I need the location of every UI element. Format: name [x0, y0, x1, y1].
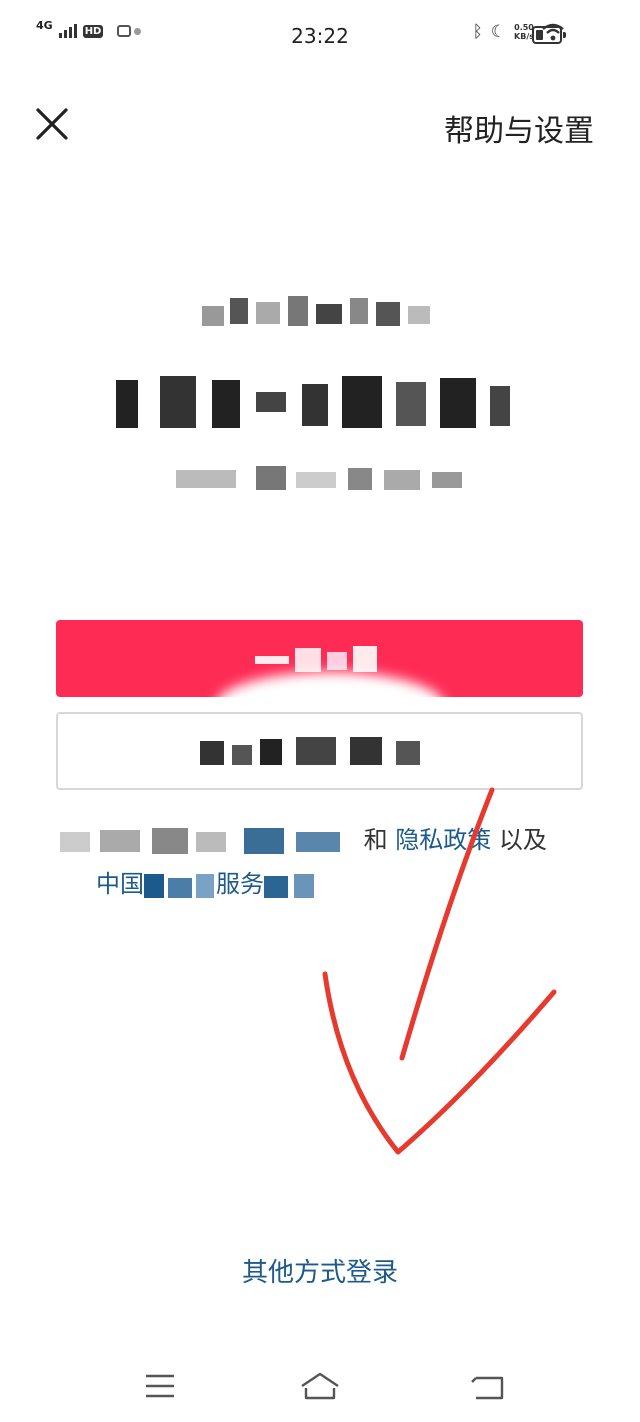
close-button[interactable] — [32, 104, 72, 144]
privacy-policy-link[interactable]: 隐私政策 — [395, 826, 491, 854]
status-bar: 4G HD 23:22 ᛒ ☾ 0.50 KB/s — [0, 0, 640, 72]
pixelated-carrier — [176, 466, 462, 490]
pixelated-hint — [202, 296, 430, 326]
pixelated-agreement-prefix — [60, 828, 340, 854]
pixelated-button-label — [254, 645, 377, 672]
moon-icon: ☾ — [490, 22, 507, 42]
pixelated-carrier-link — [144, 874, 214, 898]
home-button[interactable] — [296, 1366, 344, 1406]
pixelated-button-label — [199, 737, 420, 765]
other-login-section: 其他方式登录 — [0, 1252, 640, 1289]
other-phone-login-button[interactable] — [56, 712, 583, 790]
agreement-text: 和 隐私政策 以及 — [56, 818, 596, 862]
agreement-and-also: 以及 — [498, 826, 547, 854]
system-nav-bar — [0, 1352, 640, 1422]
speed-value: 0.50 — [514, 23, 534, 32]
menu-button[interactable] — [136, 1366, 184, 1406]
other-login-link[interactable]: 其他方式登录 — [242, 1258, 398, 1288]
menu-icon — [146, 1374, 174, 1398]
battery-icon — [532, 26, 566, 44]
home-icon — [301, 1372, 339, 1400]
pixelated-carrier-link-tail — [264, 874, 314, 898]
agreement-and: 和 — [363, 826, 388, 854]
bluetooth-icon: ᛒ — [472, 22, 483, 42]
carrier-link-end: 服务 — [216, 870, 264, 898]
speed-unit: KB/s — [514, 32, 534, 41]
network-speed: 0.50 KB/s — [514, 23, 534, 41]
close-icon — [36, 108, 68, 140]
carrier-link-start: 中国 — [96, 870, 144, 898]
help-settings-link[interactable]: 帮助与设置 — [444, 106, 594, 150]
back-icon — [471, 1376, 504, 1400]
pixelated-phone — [116, 376, 510, 428]
back-button[interactable] — [464, 1366, 512, 1406]
carrier-service-link[interactable]: 中国 服务 — [96, 862, 328, 906]
